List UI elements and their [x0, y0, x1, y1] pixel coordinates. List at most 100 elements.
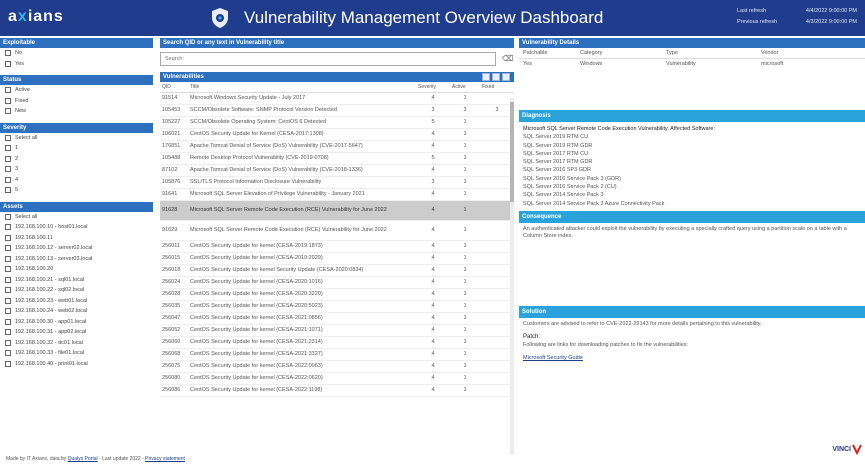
table-row[interactable]: 256080 CentOS Security Update for kernel … — [160, 372, 514, 385]
checkbox[interactable] — [5, 318, 11, 325]
cell-severity: 3 — [416, 104, 450, 117]
table-row[interactable]: 256028 CentOS Security Update for kernel … — [160, 288, 514, 301]
checkbox[interactable] — [5, 224, 11, 231]
severity-filter-item[interactable]: Select all — [0, 133, 153, 144]
table-row[interactable]: 256035 CentOS Security Update for kernel … — [160, 300, 514, 313]
checkbox[interactable] — [5, 255, 11, 262]
cell-title: Apache Tomcat Denial of Service (DoS) Vu… — [188, 140, 416, 153]
table-row[interactable]: 91641 Microsoft SQL Server Elevation of P… — [160, 188, 514, 201]
assets-filter-item[interactable]: 192.168.100.40 - print01.local — [0, 359, 153, 370]
filter-item-label: Active — [15, 87, 30, 93]
status-filter-item[interactable]: Active — [0, 85, 153, 96]
table-row[interactable]: 91628 Microsoft SQL Server Remote Code Ex… — [160, 200, 514, 221]
cell-fixed — [480, 288, 514, 301]
severity-filter-item[interactable]: 3 — [0, 164, 153, 175]
table-row[interactable]: 91514 Microsoft Windows Security Update -… — [160, 92, 514, 105]
assets-filter-item[interactable]: 192.168.100.21 - sql01.local — [0, 275, 153, 286]
checkbox[interactable] — [5, 297, 11, 304]
assets-filter-item[interactable]: Select all — [0, 212, 153, 223]
checkbox[interactable] — [5, 134, 11, 141]
microsoft-guide-link[interactable]: Microsoft Security Guide — [523, 355, 583, 363]
assets-filter-item[interactable]: 192.168.100.10 - host01.local — [0, 222, 153, 233]
severity-filter-item[interactable]: 1 — [0, 143, 153, 154]
checkbox[interactable] — [5, 145, 11, 152]
checkbox[interactable] — [5, 166, 11, 173]
table-row[interactable]: 105453 SCCM/Obsolete Software: SNMP Proto… — [160, 104, 514, 117]
cell-title: CentOS Security Update for kernel (CESA-… — [188, 300, 416, 313]
checkbox[interactable] — [5, 360, 11, 367]
checkbox[interactable] — [5, 187, 11, 194]
checkbox[interactable] — [5, 97, 11, 104]
table-row[interactable]: 256052 CentOS Security Update for kernel … — [160, 324, 514, 337]
filter-icon[interactable] — [482, 73, 490, 81]
checkbox[interactable] — [5, 350, 11, 357]
checkbox[interactable] — [5, 266, 11, 273]
focus-mode-icon[interactable] — [492, 73, 500, 81]
table-row[interactable]: 256011 CentOS Security Update for kernel … — [160, 240, 514, 253]
details-col-patchable: Patchable — [523, 50, 548, 56]
table-row[interactable]: 256015 CentOS Security Update for kernel … — [160, 252, 514, 265]
table-scrollbar-thumb[interactable] — [510, 102, 514, 202]
eraser-icon[interactable]: ⌫ — [502, 54, 513, 64]
solution-title: Solution — [519, 305, 865, 318]
table-row[interactable]: 256075 CentOS Security Update for kernel … — [160, 360, 514, 373]
status-filter-item[interactable]: New — [0, 106, 153, 117]
assets-filter-item[interactable]: 192.168.100.32 - dc01.local — [0, 338, 153, 349]
severity-filter-item[interactable]: 5 — [0, 185, 153, 196]
exploitable-filter-item[interactable]: No — [0, 48, 153, 59]
more-options-icon[interactable] — [502, 73, 510, 81]
assets-filter-item[interactable]: 192.168.100.11 — [0, 233, 153, 244]
checkbox[interactable] — [5, 60, 11, 67]
table-row[interactable]: 105488 Remote Desktop Protocol Vulnerabil… — [160, 152, 514, 165]
checkbox[interactable] — [5, 176, 11, 183]
checkbox[interactable] — [5, 213, 11, 220]
status-filter-item[interactable]: Fixed — [0, 96, 153, 107]
table-row[interactable]: 256086 CentOS Security Update for kernel … — [160, 384, 514, 397]
assets-filter-item[interactable]: 192.168.100.12 - server02.local — [0, 243, 153, 254]
column-header-severity[interactable]: Severity — [416, 82, 450, 93]
checkbox[interactable] — [5, 108, 11, 115]
search-input[interactable] — [160, 52, 496, 66]
column-header-active[interactable]: Active — [450, 82, 480, 93]
column-header-qid[interactable]: QID — [160, 82, 188, 93]
checkbox[interactable] — [5, 339, 11, 346]
assets-filter-item[interactable]: 192.168.100.22 - sql02.local — [0, 285, 153, 296]
exploitable-filter-item[interactable]: Yes — [0, 59, 153, 70]
severity-filter-item[interactable]: 4 — [0, 175, 153, 186]
assets-filter-item[interactable]: 192.168.100.24 - web02.local — [0, 306, 153, 317]
checkbox[interactable] — [5, 329, 11, 336]
table-row[interactable]: 176851 Apache Tomcat Denial of Service (D… — [160, 140, 514, 153]
checkbox[interactable] — [5, 234, 11, 241]
table-row[interactable]: 256018 CentOS Security Update for kernel … — [160, 264, 514, 277]
column-header-fixed[interactable]: Fixed — [480, 82, 514, 93]
cell-fixed — [480, 384, 514, 397]
assets-filter-item[interactable]: 192.168.100.33 - file01.local — [0, 348, 153, 359]
table-row[interactable]: 106021 CentOS Security Update for Kernel … — [160, 128, 514, 141]
table-row[interactable]: 256068 CentOS Security Update for kernel … — [160, 348, 514, 361]
qualys-link[interactable]: Qualys Portal — [68, 456, 98, 462]
table-row[interactable]: 256060 CentOS Security Update for kernel … — [160, 336, 514, 349]
assets-filter-item[interactable]: 192.168.100.13 - server03.local — [0, 254, 153, 265]
assets-filter-item[interactable]: 192.168.100.23 - web01.local — [0, 296, 153, 307]
table-row[interactable]: 105876 SSL/TLS Protocol Information Discl… — [160, 176, 514, 189]
table-row[interactable]: 87102 Apache Tomcat Denial of Service (Do… — [160, 164, 514, 177]
checkbox[interactable] — [5, 245, 11, 252]
assets-filter-item[interactable]: 192.168.100.20 — [0, 264, 153, 275]
table-row[interactable]: 256024 CentOS Security Update for kernel … — [160, 276, 514, 289]
checkbox[interactable] — [5, 276, 11, 283]
privacy-link[interactable]: Privacy statement — [145, 456, 185, 462]
checkbox[interactable] — [5, 50, 11, 57]
cell-severity: 5 — [416, 152, 450, 165]
checkbox[interactable] — [5, 308, 11, 315]
table-row[interactable]: 105227 SCCM/Obsolete Operating System: Ce… — [160, 116, 514, 129]
checkbox[interactable] — [5, 287, 11, 294]
column-header-title[interactable]: Title — [188, 82, 416, 93]
assets-filter-item[interactable]: 192.168.100.31 - app02.local — [0, 327, 153, 338]
checkbox[interactable] — [5, 87, 11, 94]
severity-filter-item[interactable]: 2 — [0, 154, 153, 165]
filter-item-label: 192.168.100.12 - server02.local — [15, 245, 93, 251]
table-row[interactable]: 91629 Microsoft SQL Server Remote Code Ex… — [160, 220, 514, 241]
assets-filter-item[interactable]: 192.168.100.30 - app01.local — [0, 317, 153, 328]
checkbox[interactable] — [5, 155, 11, 162]
table-row[interactable]: 256047 CentOS Security Update for kernel … — [160, 312, 514, 325]
